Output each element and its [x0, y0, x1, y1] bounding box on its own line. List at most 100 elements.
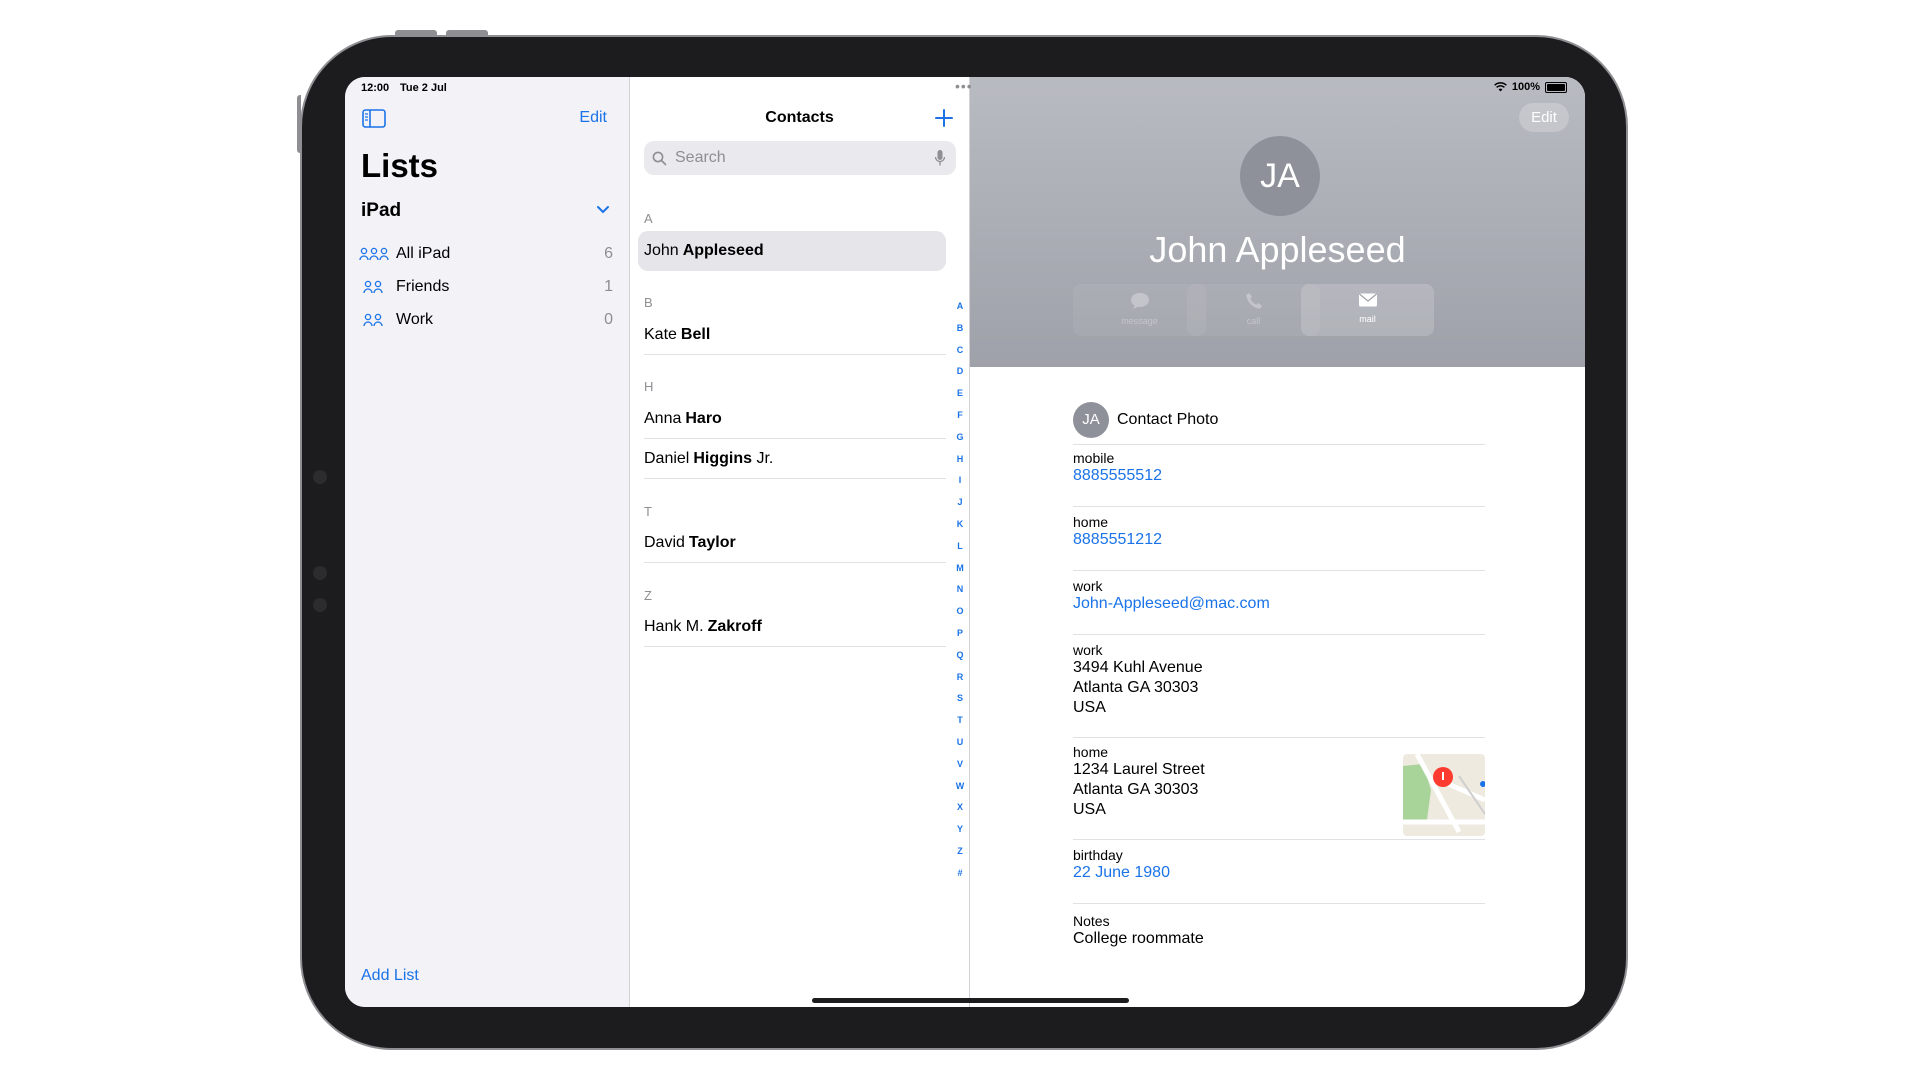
contact-row[interactable]: Daniel Higgins Jr. — [644, 439, 946, 479]
index-letter[interactable]: M — [954, 563, 966, 585]
field-label: home — [1073, 514, 1109, 530]
field-label: Notes — [1073, 913, 1110, 929]
index-letter[interactable]: # — [954, 868, 966, 890]
contact-row[interactable]: Hank M. Zakroff — [644, 607, 946, 647]
contact-first-name: David — [644, 534, 685, 551]
index-letter[interactable]: K — [954, 519, 966, 541]
sidebar-item-count: 0 — [604, 311, 613, 328]
wifi-icon — [1493, 82, 1507, 92]
field-birthday[interactable]: birthday 22 June 1980 — [1073, 847, 1485, 904]
index-letter[interactable]: B — [954, 323, 966, 345]
notes-value: College roommate — [1073, 930, 1204, 947]
field-label: work — [1073, 578, 1103, 594]
microphone-icon[interactable] — [934, 149, 946, 167]
contact-suffix: Jr. — [756, 450, 774, 467]
index-letter[interactable]: H — [954, 454, 966, 476]
sidebar-item-label: Friends — [396, 278, 450, 295]
contact-first-name: Daniel — [644, 450, 690, 467]
index-letter[interactable]: Y — [954, 824, 966, 846]
index-letter[interactable]: O — [954, 606, 966, 628]
section-header: T — [644, 504, 652, 519]
home-indicator[interactable] — [812, 998, 1129, 1003]
sidebar-edit-button[interactable]: Edit — [579, 109, 607, 127]
field-work-address[interactable]: work 3494 Kuhl Avenue Atlanta GA 30303 U… — [1073, 642, 1485, 738]
field-label: birthday — [1073, 847, 1123, 863]
battery-percent: 100% — [1511, 81, 1540, 93]
sidebar-item-work[interactable]: Work 0 — [359, 303, 613, 337]
index-letter[interactable]: C — [954, 345, 966, 367]
sidebar-toggle-icon[interactable] — [362, 109, 386, 128]
field-home-phone[interactable]: home 8885551212 — [1073, 514, 1485, 571]
email-link[interactable]: John-Appleseed@mac.com — [1073, 594, 1485, 614]
search-input[interactable] — [673, 148, 907, 168]
index-letter[interactable]: E — [954, 388, 966, 410]
index-letter[interactable]: X — [954, 802, 966, 824]
index-letter[interactable]: T — [954, 715, 966, 737]
multitasking-dots-icon[interactable]: ••• — [955, 79, 973, 93]
index-letter[interactable]: V — [954, 759, 966, 781]
index-letter[interactable]: Q — [954, 650, 966, 672]
status-right: 100% — [1493, 81, 1567, 93]
index-letter[interactable]: R — [954, 672, 966, 694]
field-work-email[interactable]: work John-Appleseed@mac.com — [1073, 578, 1485, 635]
phone-icon — [1245, 293, 1262, 309]
contact-row[interactable]: David Taylor — [644, 523, 946, 563]
alphabet-index[interactable]: A B C D E F G H I J K L M N O P Q R S T U V W X Y Z # — [954, 301, 966, 890]
contact-last-name: Taylor — [688, 534, 736, 551]
section-header: B — [644, 295, 653, 310]
group-header-ipad[interactable]: iPad — [361, 200, 613, 222]
field-home-address[interactable]: home 1234 Laurel Street Atlanta GA 30303… — [1073, 744, 1485, 840]
page-title: Lists — [361, 147, 439, 184]
index-letter[interactable]: S — [954, 693, 966, 715]
index-letter[interactable]: J — [954, 497, 966, 519]
index-letter[interactable]: L — [954, 541, 966, 563]
mobile-number-link[interactable]: 8885555512 — [1073, 466, 1485, 486]
avatar[interactable]: JA — [1240, 136, 1320, 216]
contact-header: Edit JA John Appleseed message call mail — [970, 77, 1585, 367]
section-header: Z — [644, 588, 652, 603]
home-number-link[interactable]: 8885551212 — [1073, 530, 1485, 550]
field-notes[interactable]: Notes College roommate — [1073, 913, 1485, 973]
birthday-link[interactable]: 22 June 1980 — [1073, 863, 1485, 883]
mail-label: mail — [1359, 314, 1376, 324]
contact-detail-pane: Edit JA John Appleseed message call mail… — [970, 77, 1585, 1007]
contact-photo-row[interactable]: JA Contact Photo — [1073, 395, 1485, 445]
index-letter[interactable]: A — [954, 301, 966, 323]
group-people-icon — [359, 247, 389, 261]
index-letter[interactable]: I — [954, 475, 966, 497]
contact-row[interactable]: Kate Bell — [644, 315, 946, 355]
index-letter[interactable]: D — [954, 366, 966, 388]
mail-button[interactable]: mail — [1301, 284, 1434, 336]
map-thumbnail[interactable] — [1403, 754, 1485, 836]
search-bar[interactable] — [644, 141, 956, 175]
contact-last-name: Appleseed — [682, 242, 764, 259]
contact-first-name: Kate — [644, 326, 677, 343]
add-list-button[interactable]: Add List — [361, 967, 419, 985]
index-letter[interactable]: P — [954, 628, 966, 650]
index-letter[interactable]: U — [954, 737, 966, 759]
index-letter[interactable]: F — [954, 410, 966, 432]
contacts-title: Contacts — [765, 109, 834, 126]
sidebar-item-count: 6 — [604, 245, 613, 262]
contact-last-name: Zakroff — [707, 618, 762, 635]
people-icon — [363, 313, 383, 327]
add-contact-icon[interactable] — [933, 107, 955, 129]
index-letter[interactable]: Z — [954, 846, 966, 868]
index-letter[interactable]: G — [954, 432, 966, 454]
contact-edit-button[interactable]: Edit — [1519, 103, 1569, 132]
index-letter[interactable]: W — [954, 781, 966, 803]
contact-photo-label: Contact Photo — [1117, 410, 1219, 428]
contact-first-name: John — [644, 242, 679, 259]
screen: 12:00 Tue 2 Jul ••• 100% Edit Lists iPad — [345, 77, 1585, 1007]
field-mobile[interactable]: mobile 8885555512 — [1073, 450, 1485, 507]
contact-row-selected[interactable]: John Appleseed — [638, 231, 946, 271]
sidebar-item-friends[interactable]: Friends 1 — [359, 270, 613, 304]
contact-row[interactable]: Anna Haro — [644, 399, 946, 439]
chevron-down-icon[interactable] — [593, 200, 613, 220]
device-sensor — [313, 470, 327, 484]
device-sensor — [313, 566, 327, 580]
sidebar-item-all-ipad[interactable]: All iPad 6 — [359, 237, 613, 271]
contact-first-name: Anna — [644, 410, 682, 427]
index-letter[interactable]: N — [954, 584, 966, 606]
sidebar: Edit Lists iPad All iPad 6 Friends 1 Wor… — [345, 77, 630, 1007]
